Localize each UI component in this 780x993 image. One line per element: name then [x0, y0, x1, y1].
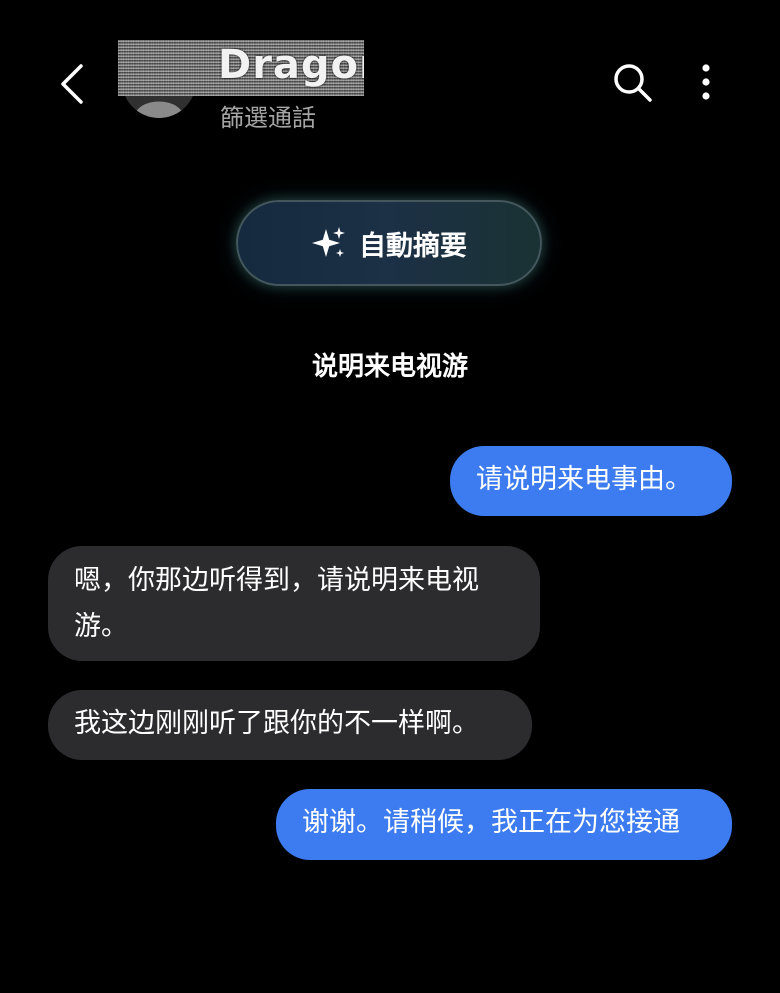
more-options-button[interactable]: [690, 62, 722, 104]
call-reason-title: 说明来电视游: [311, 352, 468, 382]
back-button[interactable]: [48, 56, 96, 112]
auto-summary-button[interactable]: 自動摘要: [236, 200, 542, 286]
app-header: Dragon 篩選通話: [0, 0, 780, 140]
contact-name: Dragon: [218, 42, 364, 88]
call-screening-subtitle: 篩選通話: [220, 104, 316, 132]
outgoing-message: 请说明来电事由。: [450, 446, 732, 516]
sparkle-icon: [312, 227, 345, 257]
incoming-message: 我这边刚刚听了跟你的不一样啊。: [48, 690, 532, 760]
chevron-left-icon: [61, 64, 83, 104]
more-vert-icon: [702, 64, 710, 100]
auto-summary-label: 自動摘要: [359, 230, 467, 262]
contact-name-redacted: Dragon: [118, 40, 364, 96]
search-icon: [614, 64, 652, 102]
search-button[interactable]: [612, 62, 654, 104]
incoming-message: 嗯，你那边听得到，请说明来电视游。: [48, 546, 540, 661]
outgoing-message: 谢谢。请稍候，我正在为您接通: [276, 789, 732, 860]
